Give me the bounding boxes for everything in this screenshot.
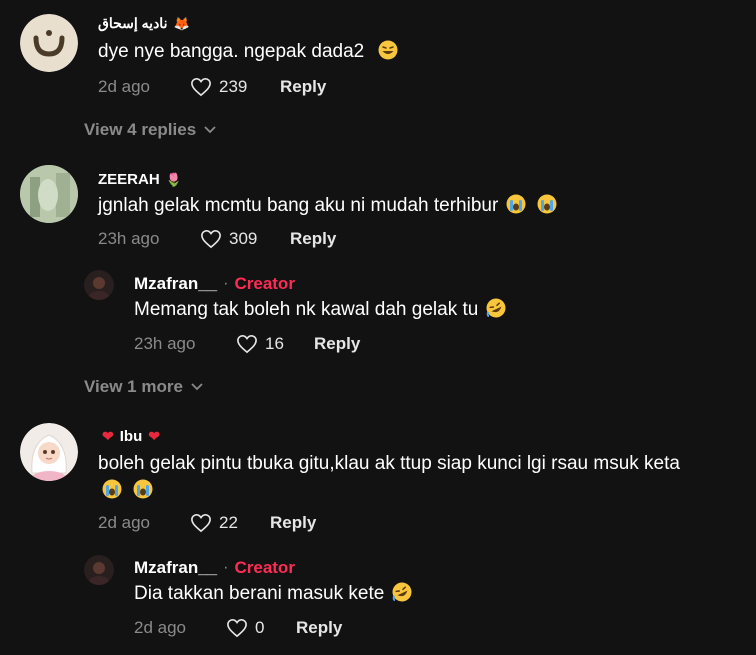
- heart-icon: [191, 513, 211, 533]
- crying-emoji-icon: [102, 479, 122, 499]
- timestamp: 2d ago: [98, 513, 150, 532]
- comment-meta: 2d ago 22 Reply: [98, 513, 316, 533]
- comments-feed: نادیه إسحاق 🦊 dye nye bangga. ngepak dad…: [0, 0, 756, 655]
- comment-username[interactable]: ❤ Ibu ❤: [102, 428, 160, 445]
- reply-text: Memang tak boleh nk kawal dah gelak tu: [134, 296, 506, 324]
- like-count: 22: [219, 513, 238, 532]
- avatar[interactable]: [20, 423, 78, 481]
- chevron-down-icon: [191, 383, 203, 391]
- comment-username[interactable]: نادیه إسحاق 🦊: [98, 15, 190, 32]
- crying-emoji-icon: [133, 479, 153, 499]
- comment-username[interactable]: ZEERAH 🌷: [98, 171, 182, 188]
- reply-button[interactable]: Reply: [280, 77, 326, 97]
- rofl-emoji-icon: [486, 298, 506, 318]
- red-heart-emoji-icon: ❤: [148, 428, 160, 444]
- avatar[interactable]: [20, 165, 78, 223]
- separator-dot: ·: [223, 559, 229, 576]
- rofl-emoji-icon: [392, 582, 412, 602]
- creator-avatar[interactable]: [84, 555, 114, 585]
- like-count: 0: [255, 618, 265, 637]
- timestamp: 2d ago: [98, 77, 150, 96]
- heart-icon: [191, 77, 211, 97]
- like-button[interactable]: 309: [200, 229, 290, 249]
- reply-username[interactable]: Mzafran__ · Creator: [134, 274, 295, 294]
- reply-meta: 2d ago 0 Reply: [134, 618, 342, 638]
- reply-button[interactable]: Reply: [270, 513, 316, 533]
- comment-meta: 2d ago 239 Reply: [98, 77, 326, 97]
- timestamp: 23h ago: [134, 334, 196, 353]
- view-more-replies-button[interactable]: View 1 more: [84, 377, 203, 397]
- creator-badge: Creator: [234, 558, 295, 577]
- timestamp: 23h ago: [98, 229, 160, 248]
- comment-text-emojis: [98, 477, 153, 505]
- comment-text: boleh gelak pintu tbuka gitu,klau ak ttu…: [98, 453, 680, 474]
- comment-meta: 23h ago 309 Reply: [98, 229, 336, 249]
- separator-dot: ·: [223, 275, 229, 292]
- like-count: 16: [265, 334, 284, 353]
- heart-icon: [201, 229, 221, 249]
- reply-button[interactable]: Reply: [290, 229, 336, 249]
- reply-username[interactable]: Mzafran__ · Creator: [134, 558, 295, 578]
- reply-button[interactable]: Reply: [296, 618, 342, 638]
- crying-emoji-icon: [537, 194, 557, 214]
- timestamp: 2d ago: [134, 618, 186, 637]
- reply-text: Dia takkan berani masuk kete: [134, 580, 412, 608]
- creator-avatar[interactable]: [84, 270, 114, 300]
- like-button[interactable]: 16: [236, 334, 314, 354]
- crying-emoji-icon: [506, 194, 526, 214]
- heart-icon: [237, 334, 257, 354]
- laughing-emoji-icon: [378, 40, 398, 60]
- creator-badge: Creator: [234, 274, 295, 293]
- chevron-down-icon: [204, 126, 216, 134]
- reply-button[interactable]: Reply: [314, 334, 360, 354]
- heart-icon: [227, 618, 247, 638]
- like-count: 239: [219, 77, 248, 96]
- reply-meta: 23h ago 16 Reply: [134, 334, 360, 354]
- comment-text: jgnlah gelak mcmtu bang aku ni mudah ter…: [98, 192, 557, 220]
- tulip-emoji-icon: 🌷: [165, 171, 182, 187]
- red-heart-emoji-icon: ❤: [102, 428, 114, 444]
- like-count: 309: [229, 229, 258, 248]
- like-button[interactable]: 22: [190, 513, 270, 533]
- avatar[interactable]: [20, 14, 78, 72]
- view-replies-button[interactable]: View 4 replies: [84, 120, 216, 140]
- fox-emoji-icon: 🦊: [173, 15, 190, 31]
- like-button[interactable]: 0: [226, 618, 296, 638]
- comment-text: dye nye bangga. ngepak dada2: [98, 38, 398, 66]
- like-button[interactable]: 239: [190, 77, 280, 97]
